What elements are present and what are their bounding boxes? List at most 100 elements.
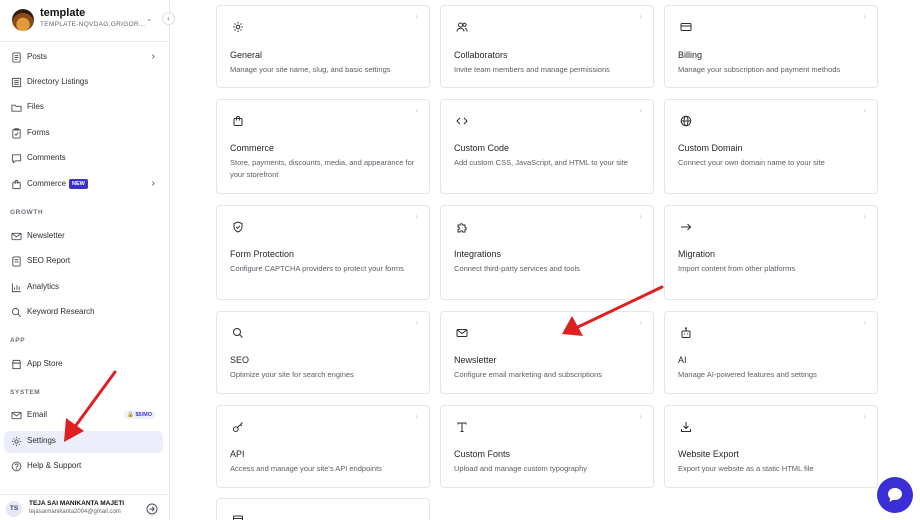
card-title: Integrations bbox=[454, 249, 502, 259]
section-heading-growth: GROWTH bbox=[10, 209, 44, 216]
gear-icon bbox=[11, 436, 22, 447]
chevron-right-icon: › bbox=[639, 212, 642, 221]
download-icon bbox=[680, 421, 694, 435]
sidebar-item-label: Directory Listings bbox=[27, 77, 89, 86]
chevron-right-icon: › bbox=[151, 51, 155, 62]
new-badge: NEW bbox=[69, 179, 88, 189]
card-description: Configure CAPTCHA providers to protect y… bbox=[230, 264, 404, 273]
chevron-right-icon: › bbox=[639, 12, 642, 21]
settings-card-partial[interactable] bbox=[216, 498, 430, 520]
chevron-right-icon: › bbox=[415, 212, 418, 221]
chevron-right-icon: › bbox=[415, 12, 418, 21]
sidebar-item-files[interactable]: Files bbox=[4, 97, 163, 119]
chevron-right-icon: › bbox=[151, 178, 155, 189]
settings-card-custom-fonts[interactable]: › Custom Fonts Upload and manage custom … bbox=[440, 405, 654, 488]
help-icon bbox=[11, 461, 22, 472]
sidebar-item-label: Commerce bbox=[27, 179, 67, 188]
sidebar-item-keyword-research[interactable]: Keyword Research bbox=[4, 302, 163, 324]
card-title: Commerce bbox=[230, 143, 275, 153]
settings-card-custom-code[interactable]: › Custom Code Add custom CSS, JavaScript… bbox=[440, 99, 654, 194]
sidebar-item-email[interactable]: Email 🔒 $5/MO bbox=[4, 405, 163, 427]
sidebar-item-settings[interactable]: Settings bbox=[4, 431, 163, 453]
search-icon bbox=[232, 327, 246, 341]
sidebar-item-directory-listings[interactable]: Directory Listings bbox=[4, 72, 163, 94]
sidebar-item-label: Settings bbox=[27, 436, 56, 445]
sidebar-item-help-support[interactable]: Help & Support bbox=[4, 456, 163, 478]
settings-card-migration[interactable]: › Migration Import content from other pl… bbox=[664, 205, 878, 300]
forms-icon bbox=[11, 128, 22, 139]
workspace-switcher[interactable]: template TEMPLATE-NQVDAG.GRIGOR... ⌄ bbox=[10, 6, 166, 34]
chat-widget-button[interactable] bbox=[877, 477, 913, 513]
avatar: TS bbox=[6, 501, 22, 517]
users-icon bbox=[456, 21, 470, 35]
sidebar-item-comments[interactable]: Comments bbox=[4, 148, 163, 170]
bag-icon bbox=[232, 115, 246, 129]
card-icon bbox=[680, 21, 694, 35]
chart-icon bbox=[11, 282, 22, 293]
workspace-name: template bbox=[40, 7, 86, 19]
card-title: Custom Code bbox=[454, 143, 510, 153]
type-icon bbox=[456, 421, 470, 435]
settings-card-newsletter[interactable]: › Newsletter Configure email marketing a… bbox=[440, 311, 654, 394]
sidebar-item-label: SEO Report bbox=[27, 256, 71, 265]
collapse-sidebar-button[interactable]: ‹ bbox=[162, 12, 175, 25]
sidebar-item-analytics[interactable]: Analytics bbox=[4, 277, 163, 299]
card-title: Custom Domain bbox=[678, 143, 743, 153]
sidebar-item-label: Comments bbox=[27, 153, 66, 162]
card-description: Store, payments, discounts, media, and a… bbox=[230, 158, 415, 179]
chevron-right-icon: › bbox=[863, 412, 866, 421]
chevron-right-icon: › bbox=[415, 318, 418, 327]
bag-icon bbox=[11, 179, 22, 190]
chevron-right-icon: › bbox=[639, 412, 642, 421]
chat-icon bbox=[888, 488, 902, 502]
chevron-right-icon: › bbox=[415, 412, 418, 421]
card-title: Migration bbox=[678, 249, 716, 259]
sidebar-item-forms[interactable]: Forms bbox=[4, 123, 163, 145]
search-icon bbox=[11, 307, 22, 318]
settings-card-ai[interactable]: › AI Manage AI-powered features and sett… bbox=[664, 311, 878, 394]
card-description: Connect your own domain name to your sit… bbox=[678, 158, 825, 167]
sidebar-item-posts[interactable]: Posts › bbox=[4, 47, 163, 69]
settings-card-integrations[interactable]: › Integrations Connect third-party servi… bbox=[440, 205, 654, 300]
user-name: TEJA SAI MANIKANTA MAJETI bbox=[29, 500, 125, 507]
chevron-right-icon: › bbox=[415, 106, 418, 115]
settings-card-website-export[interactable]: › Website Export Export your website as … bbox=[664, 405, 878, 488]
price-badge-label: $5/MO bbox=[135, 412, 152, 418]
sidebar-item-label: Analytics bbox=[27, 282, 60, 291]
bot-icon bbox=[680, 327, 694, 341]
chevron-right-icon: › bbox=[863, 106, 866, 115]
user-profile[interactable]: TS TEJA SAI MANIKANTA MAJETI tejasaimani… bbox=[0, 494, 170, 520]
settings-card-billing[interactable]: › Billing Manage your subscription and p… bbox=[664, 5, 878, 88]
settings-card-general[interactable]: › General Manage your site name, slug, a… bbox=[216, 5, 430, 88]
chevron-right-icon: › bbox=[639, 106, 642, 115]
settings-card-collaborators[interactable]: › Collaborators Invite team members and … bbox=[440, 5, 654, 88]
sidebar-item-label: Files bbox=[27, 102, 44, 111]
chevron-down-icon: ⌄ bbox=[146, 14, 153, 23]
logout-icon[interactable] bbox=[146, 502, 158, 515]
mail-icon bbox=[11, 231, 22, 242]
workspace-logo bbox=[12, 9, 34, 31]
card-title: Website Export bbox=[678, 449, 739, 459]
sidebar-item-seo-report[interactable]: SEO Report bbox=[4, 251, 163, 273]
workspace-subtitle: TEMPLATE-NQVDAG.GRIGOR... bbox=[40, 21, 146, 28]
settings-card-commerce[interactable]: › Commerce Store, payments, discounts, m… bbox=[216, 99, 430, 194]
card-description: Connect third-party services and tools bbox=[454, 264, 580, 273]
settings-card-form-protection[interactable]: › Form Protection Configure CAPTCHA prov… bbox=[216, 205, 430, 300]
sidebar-item-label: App Store bbox=[27, 359, 63, 368]
card-description: Manage AI-powered features and settings bbox=[678, 370, 817, 379]
card-description: Export your website as a static HTML fil… bbox=[678, 464, 814, 473]
settings-card-custom-domain[interactable]: › Custom Domain Connect your own domain … bbox=[664, 99, 878, 194]
sidebar-item-commerce[interactable]: Commerce NEW › bbox=[4, 174, 163, 196]
card-description: Manage your subscription and payment met… bbox=[678, 65, 841, 74]
sidebar-item-label: Email bbox=[27, 410, 48, 419]
settings-card-seo[interactable]: › SEO Optimize your site for search engi… bbox=[216, 311, 430, 394]
user-email: tejasaimanikanta2004@gmail.com bbox=[29, 509, 121, 515]
sidebar-item-newsletter[interactable]: Newsletter bbox=[4, 226, 163, 248]
settings-card-api[interactable]: › API Access and manage your site's API … bbox=[216, 405, 430, 488]
globe-icon bbox=[680, 115, 694, 129]
posts-icon bbox=[11, 52, 22, 63]
card-icon bbox=[232, 514, 246, 520]
sidebar-item-app-store[interactable]: App Store bbox=[4, 354, 163, 376]
divider bbox=[0, 41, 170, 42]
shield-icon bbox=[232, 221, 246, 235]
